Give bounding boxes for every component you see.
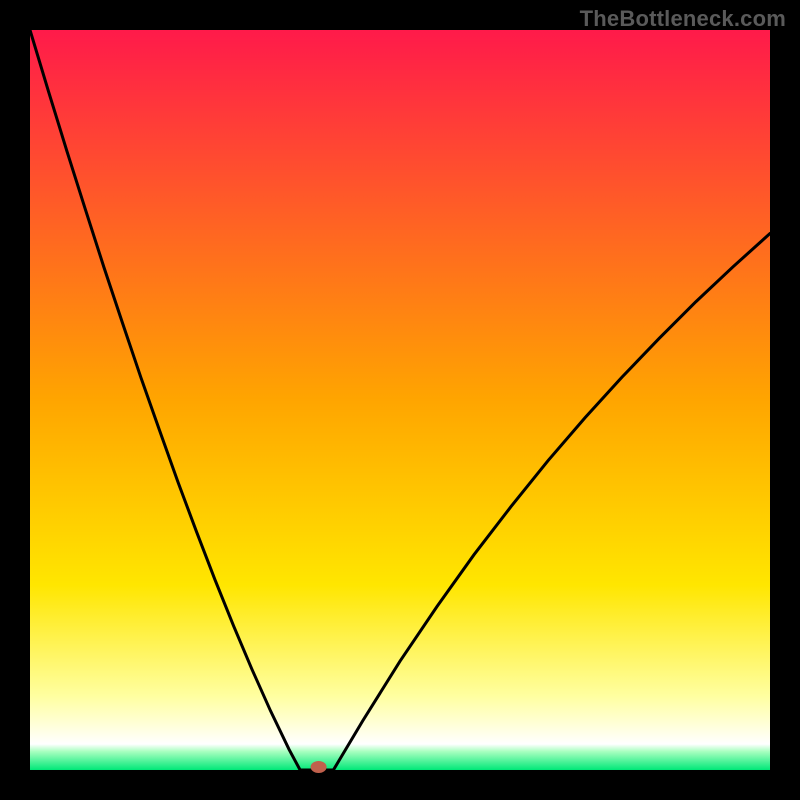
chart-svg — [0, 0, 800, 800]
optimal-point-marker — [311, 761, 327, 773]
chart-stage: TheBottleneck.com — [0, 0, 800, 800]
watermark-text: TheBottleneck.com — [580, 6, 786, 32]
